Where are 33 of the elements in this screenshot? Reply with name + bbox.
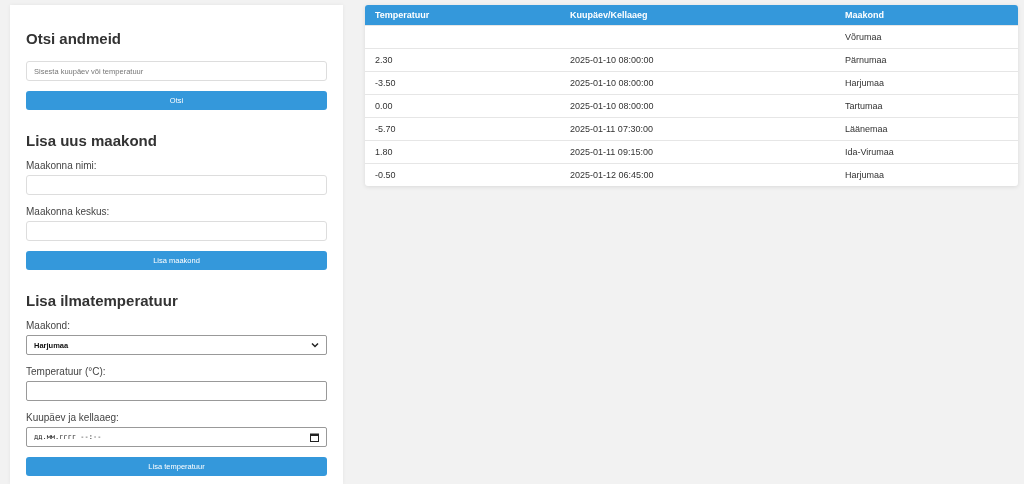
- table-cell: Pärnumaa: [845, 55, 887, 65]
- table-cell: 1.80: [375, 147, 393, 157]
- table-cell: Läänemaa: [845, 124, 888, 134]
- input-field[interactable]: [26, 381, 327, 401]
- table-cell: 2025-01-10 08:00:00: [570, 78, 654, 88]
- column-header: Temperatuur: [365, 5, 560, 26]
- table-cell: 2025-01-12 06:45:00: [570, 170, 654, 180]
- table-cell: -5.70: [375, 124, 396, 134]
- chevron-down-icon: [311, 342, 319, 348]
- field-label: Maakonna keskus:: [26, 206, 110, 217]
- table-cell: Harjumaa: [845, 170, 884, 180]
- table-cell: 2025-01-10 08:00:00: [570, 55, 654, 65]
- table-cell: Harjumaa: [845, 78, 884, 88]
- section-heading: Otsi andmeid: [26, 30, 122, 47]
- field-label: Maakonna nimi:: [26, 160, 97, 171]
- column-header: Maakond: [835, 5, 1018, 26]
- column-header: Kuupäev/Kellaaeg: [560, 5, 835, 26]
- field-label: Maakond:: [26, 320, 70, 331]
- table-cell: 2025-01-11 09:15:00: [570, 147, 653, 157]
- table-cell: 2025-01-11 07:30:00: [570, 124, 653, 134]
- table-cell: -0.50: [375, 170, 396, 180]
- table-cell: -3.50: [375, 78, 396, 88]
- calendar-icon: [310, 432, 319, 442]
- table-cell: 2025-01-10 08:00:00: [570, 101, 654, 111]
- table-cell: Tartumaa: [845, 101, 883, 111]
- table-cell: Ida-Virumaa: [845, 147, 894, 157]
- field-label: Kuupäev ja kellaaeg:: [26, 412, 119, 423]
- section-heading: Lisa uus maakond: [26, 132, 157, 149]
- table-cell: Võrumaa: [845, 32, 882, 42]
- table-cell: 0.00: [375, 101, 393, 111]
- section-heading: Lisa ilmatemperatuur: [26, 292, 178, 309]
- table-cell: 2.30: [375, 55, 393, 65]
- field-label: Temperatuur (°C):: [26, 366, 106, 377]
